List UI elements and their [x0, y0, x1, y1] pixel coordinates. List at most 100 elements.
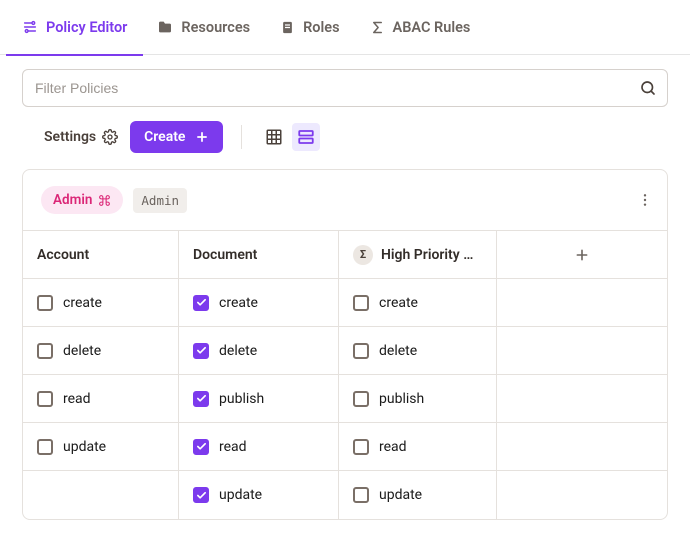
tabs-bar: Policy Editor Resources Roles ABAC Rules — [0, 0, 690, 55]
permission-checkbox[interactable] — [37, 391, 53, 407]
permission-cell: read — [179, 423, 339, 471]
permission-label: read — [379, 439, 407, 455]
role-chip-label: Admin — [53, 192, 92, 208]
permission-label: read — [63, 391, 91, 407]
permission-checkbox[interactable] — [193, 439, 209, 455]
permission-checkbox[interactable] — [353, 343, 369, 359]
table-row: delete delete delete — [23, 327, 667, 375]
permission-label: update — [219, 487, 262, 503]
toolbar-divider — [241, 125, 242, 149]
empty-cell — [497, 471, 667, 519]
policy-editor-icon — [22, 19, 38, 35]
create-button[interactable]: Create — [130, 121, 223, 153]
plus-icon — [574, 247, 590, 263]
settings-label: Settings — [44, 129, 96, 145]
column-header[interactable]: Document — [179, 231, 339, 279]
search-box[interactable] — [22, 69, 668, 107]
permissions-table: Account Document Σ High Priority … creat… — [23, 230, 667, 519]
permission-label: read — [219, 439, 247, 455]
permission-cell: update — [23, 423, 179, 471]
permission-label: delete — [379, 343, 417, 359]
column-header[interactable]: Account — [23, 231, 179, 279]
toolbar: Settings Create — [0, 107, 690, 153]
table-row: update read read — [23, 423, 667, 471]
permission-cell: delete — [179, 327, 339, 375]
permission-cell: publish — [179, 375, 339, 423]
roles-icon — [280, 20, 295, 35]
permission-checkbox[interactable] — [37, 343, 53, 359]
card-header: Admin Admin — [23, 170, 667, 230]
tab-label: Roles — [303, 19, 339, 36]
create-label: Create — [144, 129, 185, 145]
sigma-badge-icon: Σ — [353, 245, 373, 265]
permission-checkbox[interactable] — [353, 439, 369, 455]
permission-checkbox[interactable] — [193, 391, 209, 407]
permission-cell: delete — [339, 327, 497, 375]
tab-label: Resources — [181, 19, 250, 36]
table-row: update update — [23, 471, 667, 519]
gear-icon — [102, 129, 118, 145]
tab-abac-rules[interactable]: ABAC Rules — [370, 0, 471, 55]
permission-label: create — [379, 295, 418, 311]
permission-label: publish — [379, 391, 424, 407]
table-header-row: Account Document Σ High Priority … — [23, 231, 667, 279]
permission-label: create — [63, 295, 102, 311]
permission-cell: publish — [339, 375, 497, 423]
permission-label: delete — [63, 343, 101, 359]
permission-checkbox[interactable] — [193, 343, 209, 359]
permission-label: create — [219, 295, 258, 311]
permission-cell: create — [339, 279, 497, 327]
permission-checkbox[interactable] — [353, 295, 369, 311]
permission-label: delete — [219, 343, 257, 359]
role-plain-chip: Admin — [133, 188, 187, 213]
permission-cell — [23, 471, 179, 519]
permission-cell: update — [179, 471, 339, 519]
column-label: Document — [193, 247, 257, 263]
command-icon — [98, 194, 111, 207]
tab-policy-editor[interactable]: Policy Editor — [22, 0, 127, 55]
permission-label: update — [379, 487, 422, 503]
search-input[interactable] — [33, 79, 639, 97]
column-label: High Priority … — [381, 247, 473, 263]
kebab-menu-icon[interactable] — [637, 192, 653, 208]
permission-cell: create — [179, 279, 339, 327]
column-label: Account — [37, 247, 89, 263]
tab-label: Policy Editor — [46, 19, 127, 36]
table-body: create create create delete delete delete read… — [23, 279, 667, 519]
empty-cell — [497, 279, 667, 327]
role-card: Admin Admin Account Document Σ High Prio… — [22, 169, 668, 520]
view-list-button[interactable] — [292, 123, 320, 151]
folder-icon — [157, 19, 173, 35]
view-toggle — [260, 123, 320, 151]
permission-cell: read — [23, 375, 179, 423]
search-icon — [639, 79, 657, 97]
permission-checkbox[interactable] — [37, 439, 53, 455]
sigma-icon — [370, 20, 385, 35]
table-row: create create create — [23, 279, 667, 327]
settings-button[interactable]: Settings — [44, 129, 118, 145]
empty-cell — [497, 327, 667, 375]
role-chip[interactable]: Admin — [41, 186, 123, 214]
tab-roles[interactable]: Roles — [280, 0, 339, 55]
permission-cell: delete — [23, 327, 179, 375]
permission-checkbox[interactable] — [193, 295, 209, 311]
permission-checkbox[interactable] — [353, 391, 369, 407]
permission-checkbox[interactable] — [353, 487, 369, 503]
permission-cell: update — [339, 471, 497, 519]
permission-checkbox[interactable] — [37, 295, 53, 311]
permission-label: publish — [219, 391, 264, 407]
empty-cell — [497, 423, 667, 471]
empty-cell — [497, 375, 667, 423]
add-column-button[interactable] — [497, 231, 667, 279]
plus-icon — [195, 130, 209, 144]
search-row — [0, 55, 690, 107]
table-row: read publish publish — [23, 375, 667, 423]
view-grid-button[interactable] — [260, 123, 288, 151]
permission-cell: read — [339, 423, 497, 471]
permission-checkbox[interactable] — [193, 487, 209, 503]
tab-label: ABAC Rules — [393, 19, 471, 36]
tab-resources[interactable]: Resources — [157, 0, 250, 55]
column-header-derived[interactable]: Σ High Priority … — [339, 231, 497, 279]
grid-icon — [265, 128, 283, 146]
permission-label: update — [63, 439, 106, 455]
